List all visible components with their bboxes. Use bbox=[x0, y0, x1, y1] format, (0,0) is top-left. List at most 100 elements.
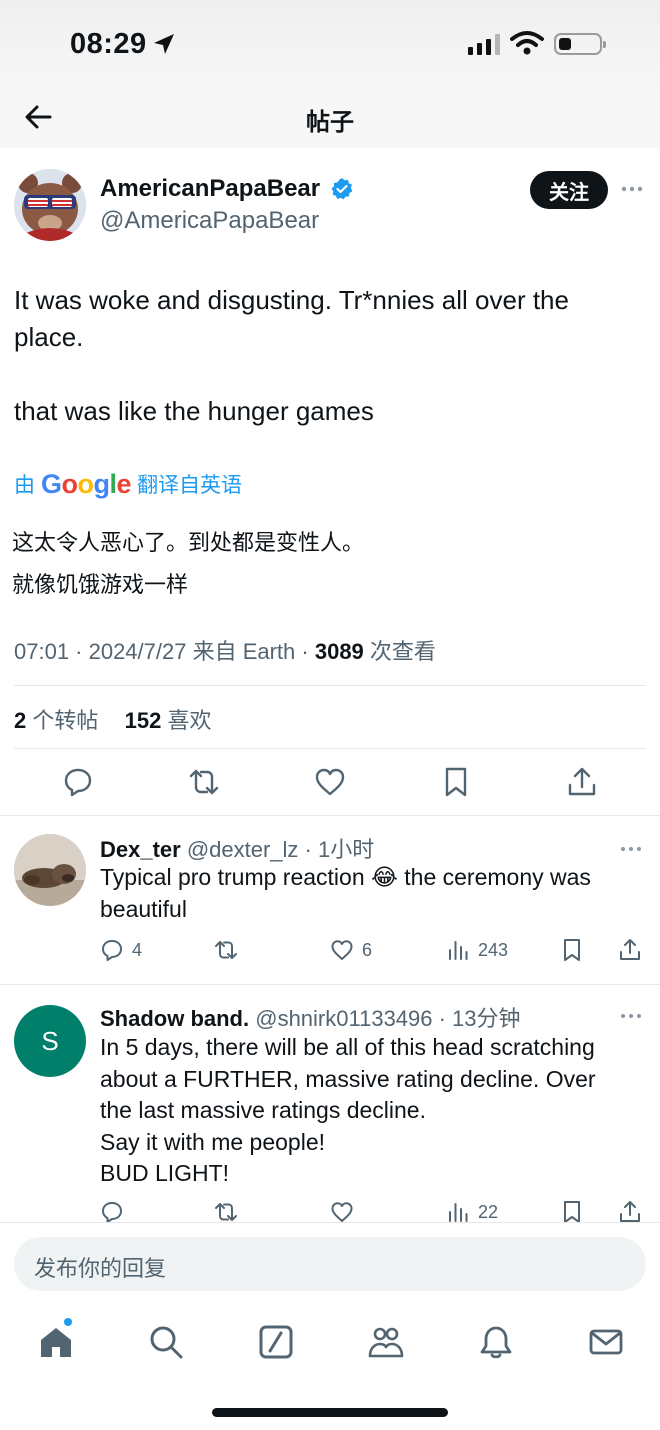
views-icon bbox=[449, 1203, 468, 1222]
view-count-label: 次查看 bbox=[363, 639, 436, 664]
reply-icon[interactable] bbox=[62, 766, 94, 798]
tweet-timestamp: 07:01 · 2024/7/27 来自 Earth · bbox=[14, 639, 315, 664]
translated-line: 就像饥饿游戏一样 bbox=[12, 572, 189, 597]
home-indicator bbox=[212, 1408, 448, 1417]
avatar[interactable]: S bbox=[14, 1005, 86, 1077]
reply-header: Dex_ter @dexter_lz · 1小时 bbox=[100, 832, 374, 864]
like-button[interactable]: 6 bbox=[330, 938, 372, 962]
tweet-meta: 07:01 · 2024/7/27 来自 Earth · 3089 次查看 bbox=[14, 634, 436, 666]
like-icon[interactable] bbox=[314, 766, 346, 798]
avatar[interactable] bbox=[14, 169, 86, 241]
tweet-text: It was woke and disgusting. Tr*nnies all… bbox=[14, 282, 634, 430]
reply-action-bar: 4 6 243 bbox=[100, 938, 645, 966]
reply-text: Typical pro trump reaction 😂 the ceremon… bbox=[100, 862, 645, 925]
share-icon bbox=[620, 1201, 640, 1222]
compose-icon[interactable] bbox=[258, 1324, 294, 1360]
author-name[interactable]: AmericanPapaBear bbox=[100, 175, 320, 203]
status-time: 08:29 bbox=[70, 28, 147, 60]
reply-text: In 5 days, there will be all of this hea… bbox=[100, 1032, 645, 1190]
reply-button[interactable] bbox=[100, 1200, 124, 1222]
share-button[interactable] bbox=[618, 1200, 642, 1222]
like-count[interactable]: 152 bbox=[125, 708, 162, 733]
reply-meta[interactable]: @shnirk01133496 · 13分钟 bbox=[249, 1006, 520, 1031]
retweet-icon[interactable] bbox=[188, 766, 220, 798]
bookmark-button[interactable] bbox=[560, 1200, 584, 1222]
translated-text: 这太令人恶心了。到处都是变性人。 就像饥饿游戏一样 bbox=[12, 522, 364, 606]
messages-icon[interactable] bbox=[588, 1324, 624, 1360]
reply-author-name[interactable]: Shadow band. bbox=[100, 1006, 249, 1031]
follow-button[interactable]: 关注 bbox=[530, 171, 608, 209]
reply-meta[interactable]: @dexter_lz · 1小时 bbox=[181, 837, 374, 862]
reply-text-line: BUD LIGHT! bbox=[100, 1160, 230, 1186]
view-count[interactable]: 3089 bbox=[315, 639, 364, 664]
reply-item[interactable]: Dex_ter @dexter_lz · 1小时 Typical pro tru… bbox=[0, 816, 660, 984]
notification-dot bbox=[64, 1318, 72, 1326]
view-count: 243 bbox=[478, 939, 509, 960]
like-label[interactable]: 喜欢 bbox=[161, 708, 211, 733]
reply-item[interactable]: S Shadow band. @shnirk01133496 · 13分钟 In… bbox=[0, 985, 660, 1222]
share-icon bbox=[620, 939, 640, 960]
reply-button[interactable]: 4 bbox=[100, 938, 142, 962]
bookmark-button[interactable] bbox=[560, 938, 584, 962]
like-icon bbox=[331, 940, 353, 960]
views-button[interactable]: 243 bbox=[446, 938, 508, 962]
home-icon[interactable] bbox=[38, 1324, 74, 1360]
reply-count: 4 bbox=[132, 939, 143, 960]
battery-icon bbox=[554, 33, 606, 55]
share-icon[interactable] bbox=[566, 766, 598, 798]
reply-icon bbox=[102, 940, 122, 961]
reply-icon bbox=[102, 1202, 122, 1222]
notifications-icon[interactable] bbox=[478, 1324, 514, 1360]
retweet-button[interactable] bbox=[214, 1200, 238, 1222]
bookmark-icon bbox=[564, 1201, 580, 1222]
reply-text-line: the last massive ratings decline. bbox=[100, 1097, 426, 1123]
verified-badge-icon bbox=[331, 178, 353, 200]
reply-text-part: Typical pro trump reaction bbox=[100, 864, 372, 890]
translated-line: 这太令人恶心了。到处都是变性人。 bbox=[12, 530, 365, 555]
reply-text-line: In 5 days, there will be all of this hea… bbox=[100, 1034, 595, 1060]
like-button[interactable] bbox=[330, 1200, 354, 1222]
reply-header: Shadow band. @shnirk01133496 · 13分钟 bbox=[100, 1001, 521, 1033]
status-bar: 08:29 bbox=[0, 0, 660, 90]
location-arrow-icon bbox=[154, 34, 174, 54]
bookmark-icon[interactable] bbox=[440, 766, 472, 798]
author-handle[interactable]: @AmericaPapaBear bbox=[100, 207, 319, 235]
repost-count[interactable]: 2 bbox=[14, 708, 26, 733]
page-title: 帖子 bbox=[306, 109, 354, 136]
avatar-letter: S bbox=[41, 1025, 59, 1056]
more-icon[interactable] bbox=[620, 1007, 642, 1025]
like-count: 6 bbox=[362, 939, 373, 960]
divider bbox=[14, 685, 646, 686]
communities-icon[interactable] bbox=[368, 1324, 404, 1360]
signal-icon bbox=[468, 33, 500, 55]
reply-input[interactable]: 发布你的回复 bbox=[14, 1237, 646, 1291]
divider bbox=[14, 748, 646, 749]
more-icon[interactable] bbox=[620, 179, 644, 199]
tweet-text-line: It was woke and disgusting. Tr*nnies all… bbox=[14, 285, 569, 352]
wifi-icon bbox=[510, 31, 544, 55]
reply-author-name[interactable]: Dex_ter bbox=[100, 837, 181, 862]
retweet-button[interactable] bbox=[214, 938, 238, 962]
more-icon[interactable] bbox=[620, 840, 642, 858]
translation-attribution[interactable]: 由 Google 翻译自英语 bbox=[14, 467, 242, 501]
repost-label[interactable]: 个转帖 bbox=[26, 708, 98, 733]
translate-prefix: 由 bbox=[14, 474, 35, 497]
search-icon[interactable] bbox=[148, 1324, 184, 1360]
views-button[interactable]: 22 bbox=[446, 1200, 498, 1222]
translate-suffix: 翻译自英语 bbox=[137, 474, 243, 497]
views-icon bbox=[449, 941, 468, 960]
reply-text-line: about a FURTHER, massive rating decline.… bbox=[100, 1065, 596, 1092]
retweet-icon bbox=[215, 941, 237, 959]
reply-action-bar: 22 bbox=[100, 1200, 645, 1222]
retweet-icon bbox=[215, 1203, 237, 1221]
tweet-author: AmericanPapaBear @AmericaPapaBear 关注 bbox=[14, 165, 646, 245]
bookmark-icon bbox=[564, 939, 580, 961]
like-icon bbox=[331, 1202, 353, 1222]
avatar[interactable] bbox=[14, 834, 86, 906]
tweet-text-line: that was like the hunger games bbox=[14, 396, 374, 426]
share-button[interactable] bbox=[618, 938, 642, 962]
reply-text-line: Say it with me people! bbox=[100, 1128, 326, 1155]
laughing-emoji: 😂 bbox=[371, 864, 398, 890]
tweet-stats: 2 个转帖 152 喜欢 bbox=[14, 703, 211, 735]
tweet-action-bar bbox=[0, 764, 660, 804]
